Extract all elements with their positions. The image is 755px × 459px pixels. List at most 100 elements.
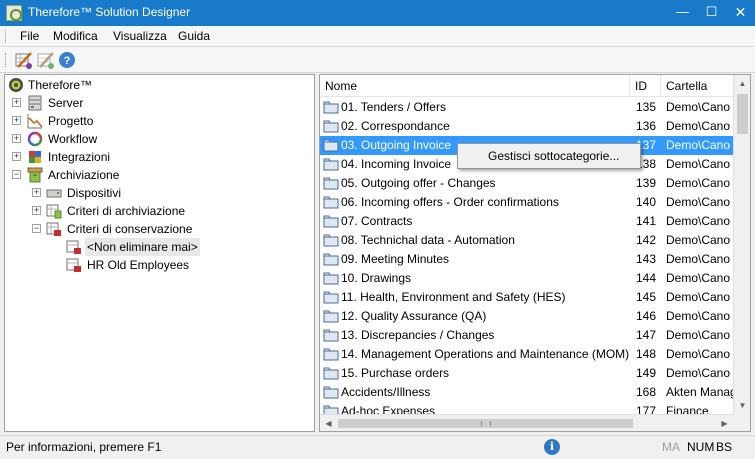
- expand-toggle[interactable]: +: [12, 98, 21, 107]
- list-item[interactable]: 01. Tenders / Offers 135 Demo\Cano: [320, 98, 733, 117]
- cell-cartella: Demo\Cano: [666, 195, 731, 209]
- tree-item-hr-old-employees[interactable]: HR Old Employees: [5, 256, 305, 274]
- horizontal-scrollbar[interactable]: ◀ ▶: [320, 414, 733, 431]
- list-item[interactable]: 12. Quality Assurance (QA) 146 Demo\Cano: [320, 307, 733, 326]
- list-item[interactable]: 05. Outgoing offer - Changes 139 Demo\Cano: [320, 174, 733, 193]
- menu-modifica[interactable]: Modifica: [53, 29, 98, 43]
- menu-grip[interactable]: [5, 30, 8, 43]
- list-item[interactable]: 06. Incoming offers - Order confirmation…: [320, 193, 733, 212]
- folder-icon: [323, 347, 339, 361]
- tree-item-server[interactable]: + Server: [5, 94, 305, 112]
- folder-icon: [323, 176, 339, 190]
- cell-id: 141: [636, 214, 657, 228]
- list-item[interactable]: Accidents/Illness 168 Akten Manag: [320, 383, 733, 402]
- minimize-button[interactable]: —: [668, 0, 697, 26]
- indicator-ma: MA: [662, 440, 680, 454]
- close-button[interactable]: ✕: [726, 0, 755, 26]
- cell-cartella: Demo\Cano: [666, 176, 731, 190]
- scroll-down-arrow-icon[interactable]: ▼: [734, 397, 750, 414]
- cell-cartella: Demo\Cano: [666, 138, 731, 152]
- workflow-cycle-icon: [27, 131, 43, 147]
- tree-item-integrazioni[interactable]: + Integrazioni: [5, 148, 305, 166]
- maximize-button[interactable]: ☐: [697, 0, 726, 26]
- collapse-toggle[interactable]: −: [32, 224, 41, 233]
- cell-nome: 10. Drawings: [341, 271, 412, 285]
- cell-cartella: Demo\Cano: [666, 328, 731, 342]
- cell-nome: 07. Contracts: [341, 214, 413, 228]
- cell-cartella: Demo\Cano: [666, 157, 731, 171]
- tree-item-progetto[interactable]: + Progetto: [5, 112, 305, 130]
- pencil-grid-disabled-icon[interactable]: [37, 51, 55, 69]
- vertical-scroll-thumb[interactable]: [737, 94, 748, 134]
- tree-item-root[interactable]: Therefore™: [5, 76, 305, 94]
- expand-toggle[interactable]: +: [12, 134, 21, 143]
- cell-id: 135: [636, 100, 657, 114]
- tree-item-archiviazione[interactable]: − Archiviazione: [5, 166, 305, 184]
- toolbar-grip[interactable]: [5, 53, 8, 67]
- folder-icon: [323, 309, 339, 323]
- expand-toggle[interactable]: +: [12, 152, 21, 161]
- info-icon[interactable]: i: [544, 439, 560, 455]
- expand-toggle[interactable]: +: [32, 188, 41, 197]
- cell-cartella: Demo\Cano: [666, 119, 731, 133]
- tree-item-label: Workflow: [48, 132, 98, 146]
- list-item[interactable]: 14. Management Operations and Maintenanc…: [320, 345, 733, 364]
- tree-panel[interactable]: Therefore™ + Server + Progetto + Workflo…: [4, 74, 315, 432]
- list-item[interactable]: 11. Health, Environment and Safety (HES)…: [320, 288, 733, 307]
- cell-id: 145: [636, 290, 657, 304]
- tree-item-workflow[interactable]: + Workflow: [5, 130, 305, 148]
- scroll-left-arrow-icon[interactable]: ◀: [320, 415, 337, 431]
- list-item[interactable]: 13. Discrepancies / Changes 147 Demo\Cano: [320, 326, 733, 345]
- puzzle-icon: [29, 151, 41, 163]
- cell-id: 146: [636, 309, 657, 323]
- list-item[interactable]: 08. Technichal data - Automation 142 Demo\…: [320, 231, 733, 250]
- list-item[interactable]: 07. Contracts 141 Demo\Cano: [320, 212, 733, 231]
- scroll-right-arrow-icon[interactable]: ▶: [716, 415, 733, 431]
- category-list[interactable]: Nome ID Cartella 01. Tenders / Offers 135…: [319, 74, 751, 432]
- cell-nome: 03. Outgoing Invoice: [341, 138, 452, 152]
- tree-item-non-eliminare-mai[interactable]: <Non eliminare mai>: [5, 238, 305, 256]
- pencil-grid-icon[interactable]: [15, 51, 33, 69]
- project-chart-icon: [27, 114, 43, 129]
- folder-icon: [323, 366, 339, 380]
- help-icon[interactable]: ?: [58, 51, 76, 69]
- retention-rule-icon: [66, 240, 81, 254]
- expand-toggle[interactable]: +: [12, 116, 21, 125]
- column-header-id[interactable]: ID: [630, 75, 661, 97]
- cell-cartella: Demo\Cano: [666, 233, 731, 247]
- menu-file[interactable]: File: [20, 29, 39, 43]
- folder-icon: [323, 195, 339, 209]
- indicator-bs: BS: [716, 440, 733, 454]
- cell-cartella: Demo\Cano: [666, 347, 731, 361]
- window-title: Therefore™ Solution Designer: [28, 5, 191, 19]
- collapse-toggle[interactable]: −: [12, 170, 21, 179]
- cell-nome: 12. Quality Assurance (QA): [341, 309, 487, 323]
- tree-item-label: Criteri di archiviazione: [67, 204, 186, 218]
- expand-toggle[interactable]: +: [32, 206, 41, 215]
- list-item[interactable]: 02. Correspondance 136 Demo\Cano: [320, 117, 733, 136]
- cell-cartella: Demo\Cano: [666, 366, 731, 380]
- tree-item-label: Integrazioni: [48, 150, 111, 164]
- scroll-up-arrow-icon[interactable]: ▲: [734, 75, 750, 92]
- list-item[interactable]: 09. Meeting Minutes 143 Demo\Cano: [320, 250, 733, 269]
- cell-nome: 13. Discrepancies / Changes: [341, 328, 495, 342]
- list-item[interactable]: 10. Drawings 144 Demo\Cano: [320, 269, 733, 288]
- menu-item-gestisci-sottocategorie[interactable]: Gestisci sottocategorie...: [488, 149, 619, 163]
- column-header-cartella[interactable]: Cartella: [661, 75, 733, 97]
- column-header-nome[interactable]: Nome: [320, 75, 630, 97]
- cell-cartella: Demo\Cano: [666, 309, 731, 323]
- retention-rule-icon: [66, 258, 81, 272]
- status-bar: Per informazioni, premere F1 i MA NUM BS: [0, 435, 755, 459]
- cell-nome: 05. Outgoing offer - Changes: [341, 176, 496, 190]
- menu-visualizza[interactable]: Visualizza: [113, 29, 167, 43]
- list-item[interactable]: 15. Purchase orders 149 Demo\Cano: [320, 364, 733, 383]
- menu-guida[interactable]: Guida: [178, 29, 210, 43]
- vertical-scrollbar[interactable]: ▲ ▼: [733, 75, 750, 414]
- cell-cartella: Demo\Cano: [666, 271, 731, 285]
- horizontal-scroll-thumb[interactable]: [338, 419, 633, 428]
- tree-item-label: Server: [48, 96, 84, 110]
- tree-item-criteri-conservazione[interactable]: − Criteri di conservazione: [5, 220, 305, 238]
- tree-item-criteri-archiviazione[interactable]: + Criteri di archiviazione: [5, 202, 305, 220]
- tree-item-dispositivi[interactable]: + Dispositivi: [5, 184, 305, 202]
- tree-item-label: Progetto: [48, 114, 94, 128]
